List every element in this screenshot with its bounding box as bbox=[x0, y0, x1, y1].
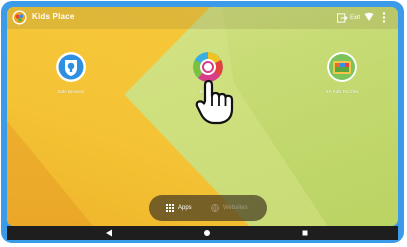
kids-place-logo-icon bbox=[12, 10, 27, 25]
dock-websites-label: Websites bbox=[223, 205, 248, 211]
pointing-hand-cursor-icon bbox=[195, 79, 234, 125]
wifi-icon bbox=[364, 12, 374, 21]
dock-tab-apps[interactable]: Apps bbox=[166, 195, 192, 221]
exit-door-icon bbox=[337, 13, 348, 23]
bottom-dock: Apps Websites bbox=[149, 195, 267, 221]
recent-square-icon[interactable] bbox=[301, 229, 309, 237]
exit-button[interactable]: Exit bbox=[337, 12, 360, 24]
globe-icon bbox=[211, 204, 219, 212]
app-safe-browser[interactable]: Safe Browser bbox=[36, 52, 106, 102]
tablet-frame: Kids Place Exit Safe Browser KF Kids Puz… bbox=[1, 1, 404, 243]
android-nav-bar bbox=[7, 226, 398, 240]
home-circle-icon[interactable] bbox=[203, 229, 211, 237]
grid-icon bbox=[166, 204, 174, 212]
launcher-screen: Kids Place Exit Safe Browser KF Kids Puz… bbox=[7, 7, 398, 226]
app-label: Safe Browser bbox=[57, 89, 85, 94]
kids-puzzles-icon bbox=[327, 52, 357, 82]
safe-browser-icon bbox=[56, 52, 86, 82]
more-vertical-icon[interactable] bbox=[382, 12, 386, 23]
exit-label: Exit bbox=[350, 15, 361, 21]
app-label: KF Kids Puzzles bbox=[325, 89, 359, 94]
dock-apps-label: Apps bbox=[178, 205, 192, 211]
app-kids-puzzles[interactable]: KF Kids Puzzles bbox=[307, 52, 377, 102]
top-bar: Kids Place Exit bbox=[7, 7, 398, 29]
dock-tab-websites[interactable]: Websites bbox=[211, 195, 248, 221]
kids-app-icon bbox=[193, 52, 223, 82]
back-triangle-icon[interactable] bbox=[105, 229, 113, 237]
app-title: Kids Place bbox=[32, 12, 75, 21]
